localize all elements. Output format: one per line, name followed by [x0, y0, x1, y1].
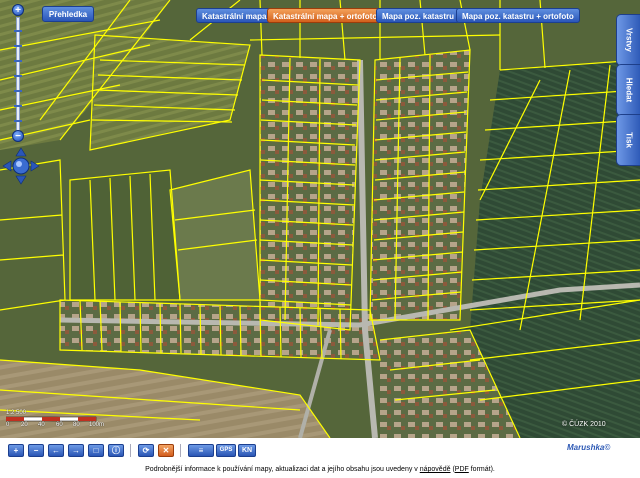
full-extent-tool-button[interactable]: □: [88, 444, 104, 457]
tab-print-label: Tisk: [624, 132, 633, 148]
scale-tick-label: 40: [38, 422, 45, 428]
zoom-out-tool-button[interactable]: −: [28, 444, 44, 457]
tab-layers[interactable]: Vrstvy: [616, 14, 640, 66]
tab-layers-label: Vrstvy: [624, 27, 633, 53]
land-register-map-button[interactable]: Mapa poz. katastru: [376, 8, 461, 23]
zoom-tick: [14, 90, 22, 92]
gps-tool-button[interactable]: GPS: [216, 444, 236, 457]
zoom-in-tool-button[interactable]: +: [8, 444, 24, 457]
pdf-link[interactable]: PDF: [455, 466, 469, 473]
marushka-logo: Marushka©: [567, 443, 611, 452]
info-text: Podrobnější informace k používání mapy, …: [0, 466, 640, 473]
zoom-tick: [14, 30, 22, 32]
zoom-tick: [14, 120, 22, 122]
scale-bar: 1:2 500 0 20 40 60 80 100m: [6, 410, 106, 430]
back-tool-button[interactable]: ←: [48, 444, 64, 457]
clear-tool-button[interactable]: ✕: [158, 444, 174, 457]
info-text-prefix: Podrobnější informace k používání mapy, …: [145, 466, 420, 473]
info-tool-button[interactable]: ⓘ: [108, 444, 124, 457]
zoom-tick: [14, 45, 22, 47]
cadastral-map-button[interactable]: Katastrální mapa: [196, 8, 273, 23]
land-register-map-ortophoto-button[interactable]: Mapa poz. katastru + ortofoto: [456, 8, 580, 23]
pan-control[interactable]: [2, 147, 40, 185]
pan-left-icon[interactable]: [2, 160, 12, 172]
toolbar-divider: [180, 444, 181, 457]
info-text-suffix: formát).: [468, 466, 495, 473]
scale-tick-label: 80: [73, 422, 80, 428]
help-link[interactable]: nápovědě: [420, 466, 451, 473]
pan-right-icon[interactable]: [30, 160, 40, 172]
pan-down-icon[interactable]: [15, 175, 27, 185]
copyright-text: © ČÚZK 2010: [562, 421, 606, 428]
refresh-tool-button[interactable]: ⟳: [138, 444, 154, 457]
scale-tick-label: 100m: [89, 422, 105, 428]
toolbar-divider: [130, 444, 131, 457]
zoom-tick: [14, 60, 22, 62]
map-view[interactable]: Přehledka Katastrální mapa Katastrální m…: [0, 0, 640, 438]
pan-up-icon[interactable]: [15, 147, 27, 157]
zoom-tick: [14, 105, 22, 107]
scale-tick-label: 0: [6, 422, 10, 428]
kn-tool-button[interactable]: KN: [238, 444, 256, 457]
zoom-in-button[interactable]: +: [12, 4, 24, 16]
scale-tick-label: 60: [56, 422, 63, 428]
cadastral-map-ortophoto-button[interactable]: Katastrální mapa + ortofoto: [267, 8, 384, 23]
scale-tick-label: 20: [21, 422, 28, 428]
tab-search-label: Hledat: [624, 77, 633, 103]
overview-map-button[interactable]: Přehledka: [42, 6, 94, 22]
zoom-tick: [14, 75, 22, 77]
ortophoto-map: [0, 0, 640, 438]
zoom-out-button[interactable]: −: [12, 130, 24, 142]
tab-print[interactable]: Tisk: [616, 114, 640, 166]
tab-search[interactable]: Hledat: [616, 64, 640, 116]
forward-tool-button[interactable]: →: [68, 444, 84, 457]
layers-tool-button[interactable]: ≡: [188, 444, 214, 457]
